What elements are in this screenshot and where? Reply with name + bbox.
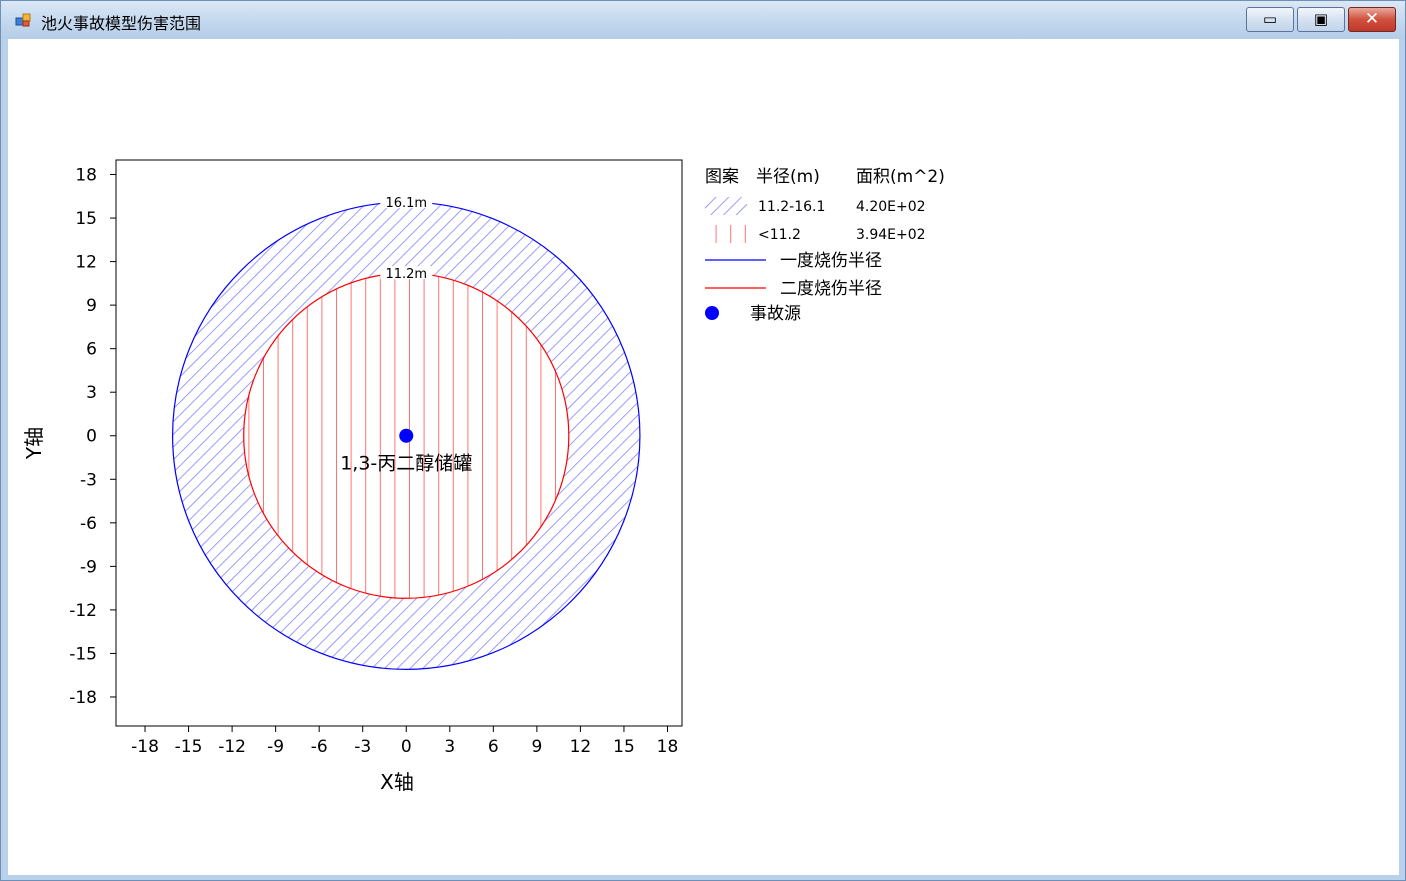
source-label: 1,3-丙二醇储罐 xyxy=(340,453,472,475)
legend-header: 图案 xyxy=(705,167,739,187)
legend-swatch xyxy=(705,197,747,215)
legend: 图案 半径(m) 面积(m^2) 11.2-16.1 4.20E+02 <11.2 3.94… xyxy=(705,167,945,324)
legend-header: 面积(m^2) xyxy=(856,167,945,187)
x-tick-label: 6 xyxy=(488,737,499,757)
minimize-button[interactable]: ▭ xyxy=(1246,7,1294,32)
x-tick-label: -18 xyxy=(131,737,159,757)
y-tick-label: -9 xyxy=(80,557,97,577)
legend-header: 半径(m) xyxy=(756,167,820,187)
x-tick-label: -12 xyxy=(218,737,246,757)
radius-label: 11.2m xyxy=(385,267,427,282)
x-tick-label: -6 xyxy=(311,737,328,757)
y-tick-label: -15 xyxy=(69,644,97,664)
x-tick-label: 15 xyxy=(613,737,635,757)
accident-source-marker xyxy=(399,428,414,443)
y-tick-label: 12 xyxy=(75,253,97,273)
legend-radius: <11.2 xyxy=(758,227,801,243)
legend-swatch xyxy=(705,225,747,243)
x-tick-label: 12 xyxy=(570,737,592,757)
close-button[interactable]: ✕ xyxy=(1348,7,1396,32)
legend-marker-label: 事故源 xyxy=(750,304,801,324)
window-title: 池火事故模型伤害范围 xyxy=(41,14,202,33)
y-tick-label: -6 xyxy=(80,514,97,534)
x-tick-label: -3 xyxy=(354,737,371,757)
legend-line-label: 二度烧伤半径 xyxy=(780,279,882,299)
x-tick-label: 0 xyxy=(401,737,412,757)
y-tick-label: 9 xyxy=(86,296,97,316)
y-tick-label: 6 xyxy=(86,340,97,360)
x-tick-label: -9 xyxy=(267,737,284,757)
y-tick-label: -12 xyxy=(69,601,97,621)
radius-label: 16.1m xyxy=(385,196,427,211)
x-tick-label: 3 xyxy=(444,737,455,757)
minimize-icon: ▭ xyxy=(1262,10,1278,28)
title-bar[interactable]: 池火事故模型伤害范围 ▭ ▣ ✕ xyxy=(1,1,1405,39)
app-window: 池火事故模型伤害范围 ▭ ▣ ✕ 16.1m 11.2m 1,3-丙二醇储罐 -18… xyxy=(0,0,1406,881)
y-tick-label: 0 xyxy=(86,427,97,447)
y-tick-label: -18 xyxy=(69,688,97,708)
x-tick-label: 9 xyxy=(531,737,542,757)
legend-radius: 11.2-16.1 xyxy=(758,199,825,215)
x-axis-label: X轴 xyxy=(380,770,414,794)
y-tick-label: -3 xyxy=(80,470,97,490)
legend-area: 3.94E+02 xyxy=(856,227,926,243)
y-tick-label: 3 xyxy=(86,383,97,403)
x-tick-label: -15 xyxy=(175,737,203,757)
legend-area: 4.20E+02 xyxy=(856,199,926,215)
legend-line-label: 一度烧伤半径 xyxy=(780,251,882,271)
y-axis-label: Y轴 xyxy=(22,427,46,460)
chart-canvas: 16.1m 11.2m 1,3-丙二醇储罐 -18 -15 -12 -9 -6 -3 0 3 6 9 1… xyxy=(22,159,945,794)
app-icon xyxy=(15,13,31,27)
y-tick-label: 18 xyxy=(75,166,97,186)
maximize-icon: ▣ xyxy=(1313,10,1329,28)
legend-marker xyxy=(705,306,719,320)
y-tick-label: 15 xyxy=(75,209,97,229)
close-icon: ✕ xyxy=(1364,9,1380,29)
maximize-button[interactable]: ▣ xyxy=(1297,7,1345,32)
client-area: 16.1m 11.2m 1,3-丙二醇储罐 -18 -15 -12 -9 -6 -3 0 3 6 9 1… xyxy=(8,39,1399,875)
x-tick-label: 18 xyxy=(657,737,679,757)
